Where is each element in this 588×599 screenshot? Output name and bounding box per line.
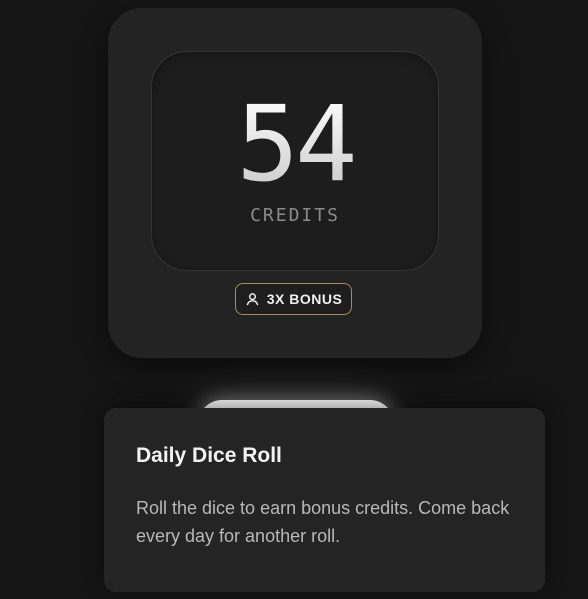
info-description: Roll the dice to earn bonus credits. Com…	[136, 498, 510, 546]
credits-card: 54 CREDITS 3X BONUS	[108, 8, 482, 358]
bonus-badge: 3X BONUS	[235, 283, 352, 315]
daily-dice-info-popover: Daily Dice Roll Roll the dice to earn bo…	[104, 408, 545, 592]
user-icon	[245, 292, 260, 307]
credits-display: 54 CREDITS	[151, 51, 439, 271]
info-title: Daily Dice Roll	[136, 444, 282, 467]
bonus-badge-label: 3X BONUS	[266, 291, 343, 307]
credits-label: CREDITS	[250, 205, 340, 226]
credits-value: 54	[152, 92, 438, 196]
daily-dice-screen: 54 CREDITS 3X BONUS Daily Dice Roll Roll…	[0, 0, 588, 599]
